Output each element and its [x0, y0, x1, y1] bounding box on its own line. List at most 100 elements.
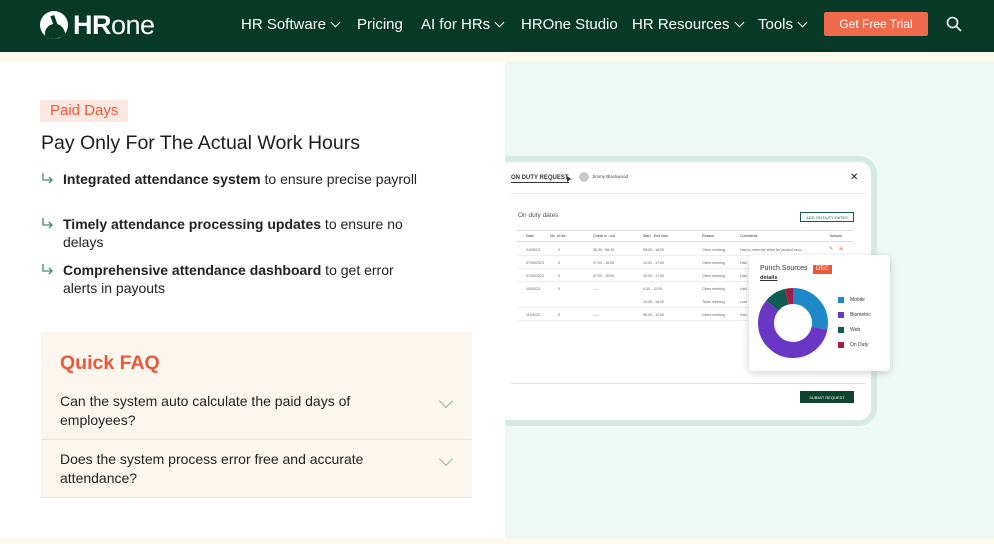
nav-item-hr-resources[interactable]: HR Resources [632, 14, 744, 34]
nav-item-label: HR Software [241, 15, 327, 33]
details-link: details [760, 275, 778, 281]
chevron-down-icon [734, 17, 744, 27]
legend-item-biometric: Biometric [838, 312, 871, 318]
feature-bullet: Timely attendance processing updates to … [41, 216, 421, 251]
chevron-down-icon [330, 17, 341, 27]
table-cell: Team meeting [702, 300, 725, 304]
table-cell: Had to meet the client for product reco.… [740, 248, 805, 252]
table-cell: 0 [558, 248, 560, 252]
month-badge: DEC [813, 265, 832, 274]
legend-swatch [838, 327, 844, 333]
legend-swatch [838, 312, 844, 318]
table-cell: 0 [558, 287, 560, 291]
nav-item-tools[interactable]: Tools [758, 14, 808, 34]
table-cell: 07:00 - 16:00 [593, 261, 615, 265]
table-cell: 0 [558, 261, 560, 265]
table-header-cell: Check in - out [593, 234, 616, 238]
get-free-trial-button[interactable]: Get Free Trial [824, 12, 928, 36]
faq-title: Quick FAQ [60, 352, 160, 374]
table-cell: 10:00 - 17:00 [643, 274, 665, 278]
table-cell: --:-- [593, 313, 599, 317]
table-cell: Had [740, 274, 747, 278]
submit-request-button: SUBMIT REQUEST [800, 391, 854, 403]
chevron-down-icon [797, 17, 808, 27]
avatar [579, 172, 589, 182]
nav-item-pricing[interactable]: Pricing [357, 14, 403, 34]
mockup-user-name: Jimmy Blackwood [592, 174, 629, 179]
table-cell: 04/05/23 [526, 248, 540, 252]
arrow-turn-right-icon [42, 264, 53, 275]
quick-faq-section: Quick FAQ Can the system auto calculate … [41, 332, 472, 498]
table-cell: 07:00 - 16:00 [593, 274, 615, 278]
punch-sources-donut-chart [758, 288, 828, 358]
legend-swatch [838, 297, 844, 303]
chevron-down-icon [438, 451, 454, 467]
feature-bullet: Comprehensive attendance dashboard to ge… [41, 262, 421, 297]
faq-question-accordion[interactable]: Does the system process error free and a… [41, 450, 472, 498]
nav-item-ai-for-hrs[interactable]: AI for HRs [421, 14, 505, 34]
table-cell: Client meeting [702, 287, 725, 291]
hrone-logo[interactable]: HRone [40, 10, 155, 40]
legend-item-on-duty: On Duty [838, 342, 868, 348]
table-header-cell: No. of hrs [550, 234, 566, 238]
table-cell: 0 [558, 313, 560, 317]
table-header-cell: Date [526, 234, 534, 238]
table-cell: 10:00 - 17:00 [643, 261, 665, 265]
feature-bullet: Integrated attendance system to ensure p… [41, 171, 421, 189]
table-header-cell: Start - End time [643, 234, 668, 238]
table-cell: Client meeting [702, 274, 725, 278]
table-header-cell: Actions [830, 234, 842, 238]
nav-item-label: AI for HRs [421, 15, 491, 33]
table-cell: 06:30 - 08:30 [593, 248, 615, 252]
edit-icon: ✎ [829, 246, 834, 252]
arrow-turn-right-icon [42, 218, 53, 229]
brand-name: HRone [73, 10, 155, 40]
legend-item-web: Web [838, 327, 860, 333]
table-cell: Client meeting [702, 248, 725, 252]
nav-item-label: HR Resources [632, 15, 730, 33]
caret-right-icon [567, 176, 571, 182]
table-cell: 4:30 - 12:00 [643, 287, 663, 291]
mockup-section-title: On duty dates [518, 212, 559, 219]
add-on-duty-dates-button: ADD ON DUTY DATES [800, 212, 854, 222]
table-cell: 07/05/2023 [526, 274, 544, 278]
hrone-logo-mark-icon [40, 11, 68, 39]
nav-item-hr-software[interactable]: HR Software [241, 14, 341, 34]
arrow-turn-right-icon [42, 173, 53, 184]
mockup-title: ON DUTY REQUEST [511, 175, 569, 183]
faq-question-accordion[interactable]: Can the system auto calculate the paid d… [41, 392, 472, 440]
table-cell: 10/05/23 [526, 287, 540, 291]
close-icon: ✕ [850, 172, 859, 183]
chevron-down-icon [494, 17, 505, 27]
faq-question-text: Can the system auto calculate the paid d… [60, 393, 351, 428]
punch-sources-title: Punch Sources [760, 265, 808, 272]
table-header-cell: Comments [740, 234, 758, 238]
legend-swatch [838, 342, 844, 348]
table-cell: Had [740, 261, 747, 265]
feature-heading: Pay Only For The Actual Work Hours [41, 132, 360, 154]
table-cell: 06:00 - 12:00 [643, 313, 665, 317]
faq-question-text: Does the system process error free and a… [60, 451, 364, 486]
search-icon[interactable] [946, 16, 962, 32]
nav-item-label: Tools [758, 15, 794, 33]
table-cell: Had [740, 287, 747, 291]
table-cell: Had [740, 313, 747, 317]
delete-icon: ⊖ [839, 246, 844, 252]
table-cell: 13:00 - 18:00 [643, 300, 665, 304]
table-cell: Lore [740, 300, 748, 304]
feature-tag: Paid Days [40, 100, 129, 122]
table-header-cell: Reason [702, 234, 715, 238]
legend-item-mobile: Mobile [838, 297, 865, 303]
table-cell: --:-- [593, 287, 599, 291]
table-cell: Client meeting [702, 261, 725, 265]
table-cell: 08:00 - 18:00 [643, 248, 665, 252]
table-cell: Client meeting [702, 313, 725, 317]
nav-item-label: HROne Studio [521, 15, 618, 33]
table-header [518, 230, 854, 242]
chevron-down-icon [438, 393, 454, 409]
nav-item-label: Pricing [357, 15, 403, 33]
table-cell: 0 [558, 274, 560, 278]
table-cell: 07/05/2023 [526, 261, 544, 265]
nav-item-hrone-studio[interactable]: HROne Studio [521, 14, 618, 34]
table-cell: 11/05/23 [526, 313, 540, 317]
